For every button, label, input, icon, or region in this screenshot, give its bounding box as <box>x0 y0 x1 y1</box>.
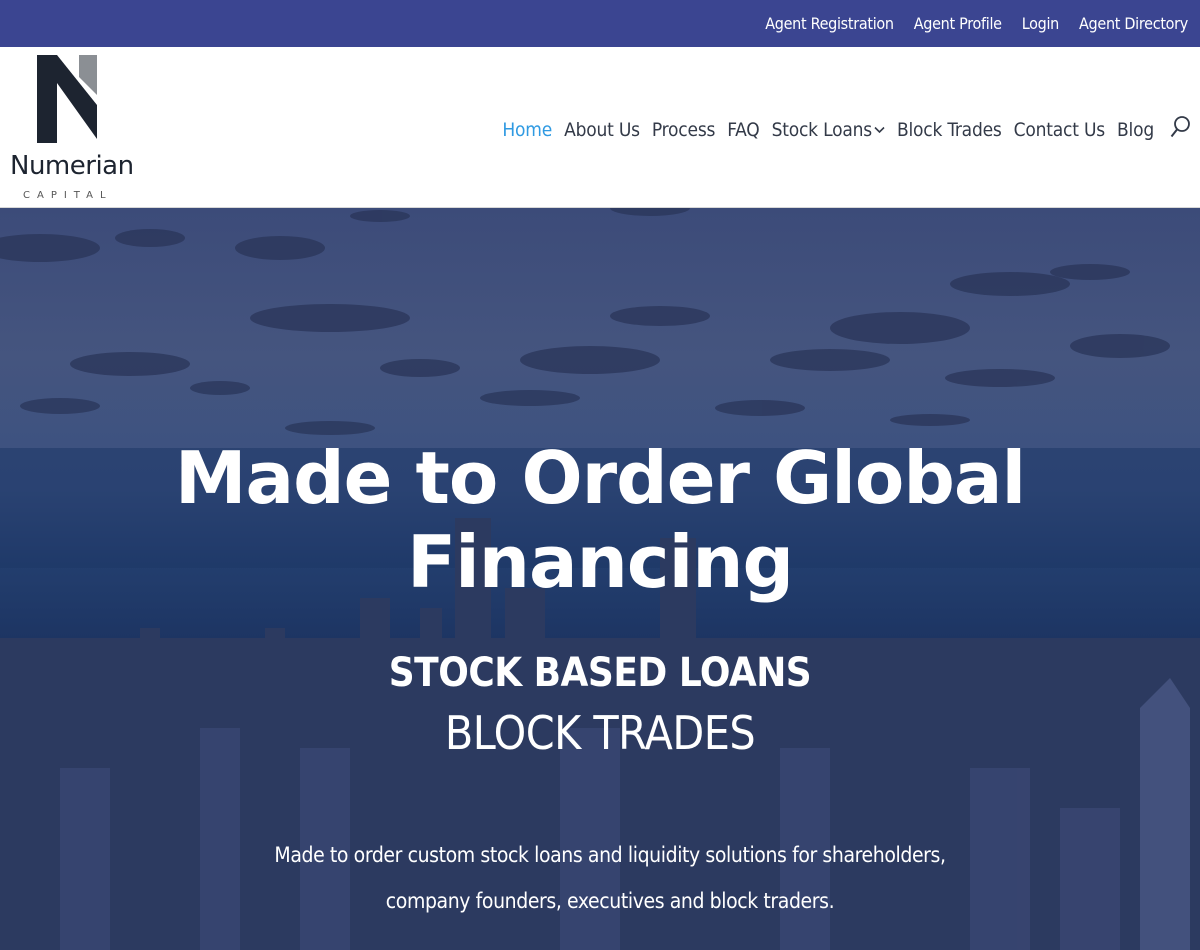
hero-subtitle-stock-loans: STOCK BASED LOANS <box>388 650 812 696</box>
login-link[interactable]: Login <box>1022 14 1060 33</box>
hero-subtitle-block-trades: BLOCK TRADES <box>444 706 756 760</box>
logo[interactable]: Numerian CAPITAL <box>10 55 140 205</box>
nav-item-home[interactable]: Home <box>502 119 552 141</box>
nav-item-about-us[interactable]: About Us <box>564 119 640 141</box>
agent-profile-link[interactable]: Agent Profile <box>914 14 1002 33</box>
search-icon[interactable] <box>1170 115 1190 144</box>
brand-subtitle: CAPITAL <box>23 190 113 201</box>
agent-registration-link[interactable]: Agent Registration <box>765 14 894 33</box>
top-bar: Agent Registration Agent Profile Login A… <box>0 0 1200 47</box>
hero-description: Made to order custom stock loans and liq… <box>270 832 950 924</box>
site-header: Numerian CAPITAL Home About Us Process F… <box>0 47 1200 208</box>
logo-mark-icon <box>37 55 97 143</box>
nav-item-faq[interactable]: FAQ <box>727 119 760 141</box>
nav-item-blog[interactable]: Blog <box>1117 119 1154 141</box>
nav-item-contact-us[interactable]: Contact Us <box>1014 119 1106 141</box>
brand-name: Numerian <box>10 151 134 181</box>
nav-item-stock-loans-label: Stock Loans <box>771 118 873 141</box>
chevron-down-icon <box>874 126 885 134</box>
hero-section: Made to Order Global Financing STOCK BAS… <box>0 208 1200 950</box>
hero-description-line-2: company founders, executives and block t… <box>385 889 835 913</box>
hero-title: Made to Order Global Financing <box>174 436 1026 604</box>
nav-item-stock-loans[interactable]: Stock Loans <box>772 119 885 141</box>
main-nav: Home About Us Process FAQ Stock Loans Bl… <box>490 115 1190 144</box>
nav-item-process[interactable]: Process <box>652 119 716 141</box>
hero-description-line-1: Made to order custom stock loans and liq… <box>274 843 946 867</box>
agent-directory-link[interactable]: Agent Directory <box>1079 14 1188 33</box>
nav-item-block-trades[interactable]: Block Trades <box>897 119 1002 141</box>
